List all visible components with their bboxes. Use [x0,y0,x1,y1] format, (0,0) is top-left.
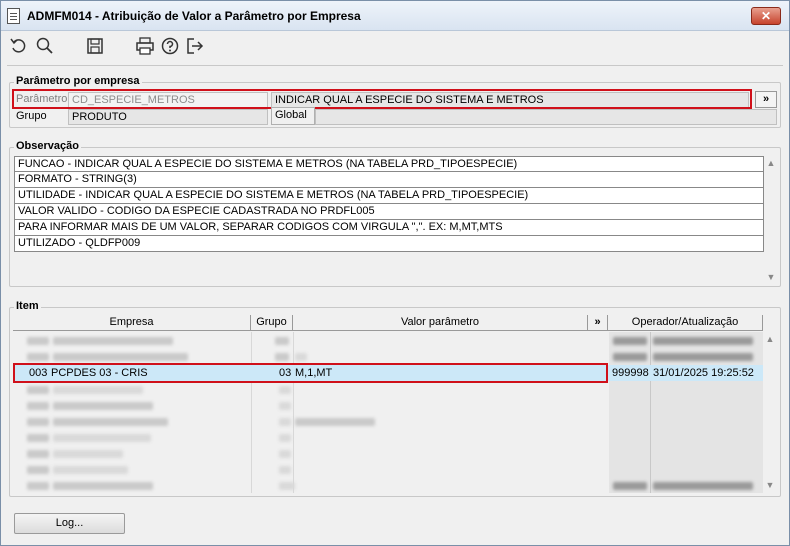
column-header-grupo[interactable]: Grupo [251,315,293,331]
observation-legend: Observação [14,140,81,152]
search-icon[interactable] [35,36,57,58]
close-button[interactable]: ✕ [751,7,781,25]
table-row[interactable] [13,349,765,365]
observation-line: VALOR VALIDO - CODIGO DA ESPECIE CADASTR… [14,204,764,220]
column-header-empresa[interactable]: Empresa [13,315,251,331]
observation-line: UTILIZADO - QLDFP009 [14,236,764,252]
scroll-down-icon[interactable]: ▼ [763,478,777,492]
scroll-up-icon[interactable]: ▲ [764,156,778,170]
scroll-down-icon[interactable]: ▼ [764,270,778,284]
document-icon [7,8,20,24]
row-atualizacao: 31/01/2025 19:25:52 [653,367,754,379]
param-code-field[interactable]: CD_ESPECIE_METROS [68,92,268,108]
param-label: Parâmetro [16,93,68,105]
window-title: ADMFM014 - Atribuição de Valor a Parâmet… [27,9,361,23]
observation-scrollbar[interactable]: ▲ ▼ [764,156,778,284]
item-legend: Item [14,300,41,312]
log-button[interactable]: Log... [14,513,125,534]
scope-desc-field[interactable] [315,109,777,125]
column-header-valor[interactable]: Valor parâmetro [293,315,588,331]
row-empresa-name: PCPDES 03 - CRIS [51,367,148,379]
table-row[interactable] [13,333,765,349]
main-window: ADMFM014 - Atribuição de Valor a Parâmet… [0,0,790,546]
observation-list: FUNCAO - INDICAR QUAL A ESPECIE DO SISTE… [14,156,764,252]
row-grupo: 03 [279,367,292,379]
table-row[interactable] [13,382,765,398]
table-row[interactable] [13,446,765,462]
group-label: Grupo [16,110,47,122]
observation-line: FORMATO - STRING(3) [14,172,764,188]
table-row[interactable] [13,430,765,446]
item-grid: Empresa Grupo Valor parâmetro » Operador… [13,315,765,493]
row-operador: 999998 [612,367,649,379]
table-row[interactable] [13,478,765,493]
scroll-up-icon[interactable]: ▲ [763,332,777,346]
toolbar-separator [7,65,783,66]
param-more-button[interactable]: » [755,91,777,108]
observation-line: PARA INFORMAR MAIS DE UM VALOR, SEPARAR … [14,220,764,236]
column-header-operador[interactable]: Operador/Atualização [608,315,763,331]
scope-field[interactable]: Global [271,107,315,125]
save-icon[interactable] [85,36,107,58]
param-desc-field[interactable]: INDICAR QUAL A ESPECIE DO SISTEMA E METR… [271,92,749,108]
row-empresa-code: 003 [29,367,48,379]
table-row[interactable] [13,462,765,478]
exit-icon[interactable] [185,36,207,58]
param-group-legend: Parâmetro por empresa [14,75,142,87]
row-valor[interactable]: M,1,MT [295,365,575,381]
table-row[interactable] [13,398,765,414]
help-icon[interactable] [160,36,182,58]
observation-line: UTILIDADE - INDICAR QUAL A ESPECIE DO SI… [14,188,764,204]
toolbar [1,32,789,62]
title-bar: ADMFM014 - Atribuição de Valor a Parâmet… [1,1,789,31]
group-field[interactable]: PRODUTO [68,109,268,125]
item-scrollbar[interactable]: ▲ ▼ [763,332,777,492]
observation-line: FUNCAO - INDICAR QUAL A ESPECIE DO SISTE… [14,156,764,172]
print-icon[interactable] [135,36,157,58]
table-row-selected[interactable]: 003 PCPDES 03 - CRIS 03 M,1,MT 999998 31… [13,365,765,381]
table-row[interactable] [13,414,765,430]
undo-icon[interactable] [9,36,31,58]
column-more-button[interactable]: » [588,315,608,331]
observation-group: Observação FUNCAO - INDICAR QUAL A ESPEC… [9,140,781,287]
